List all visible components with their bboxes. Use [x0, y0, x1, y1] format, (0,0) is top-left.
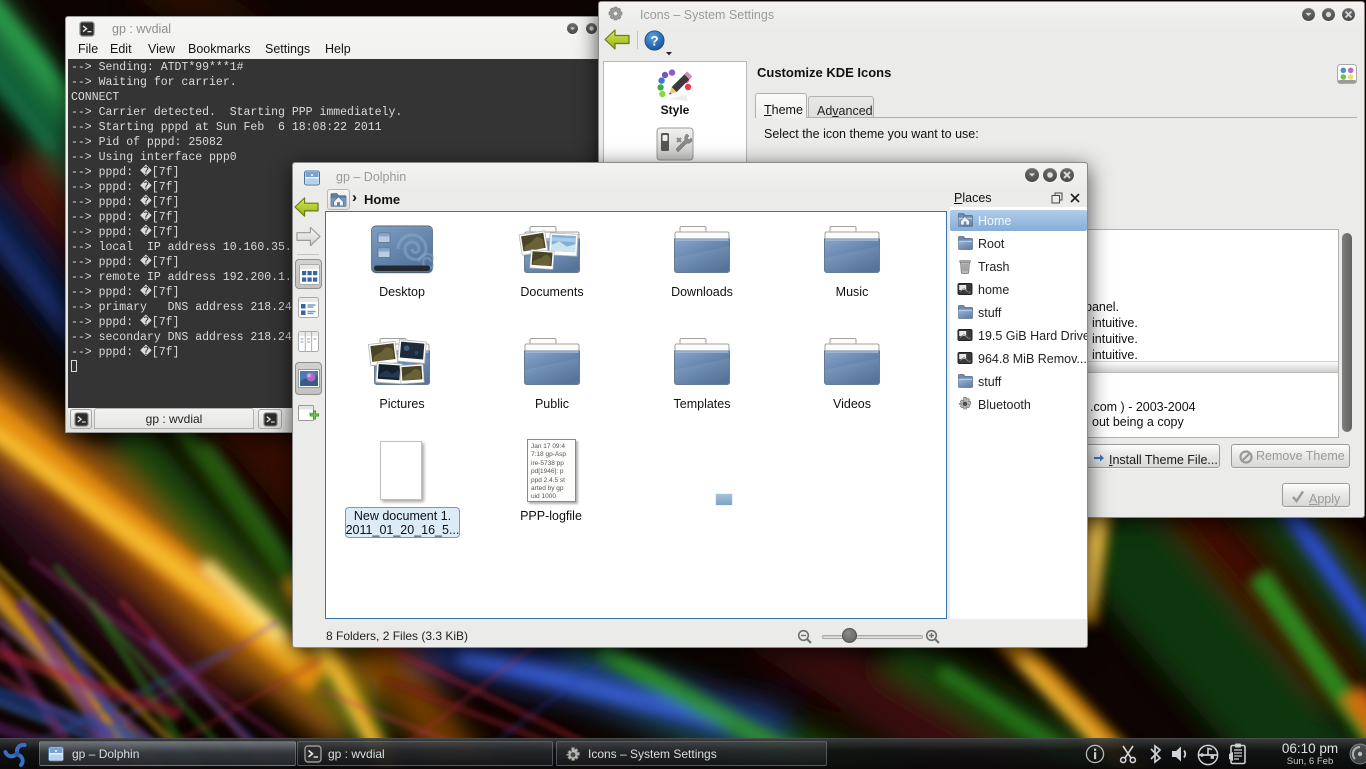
svg-text:?: ? [650, 33, 658, 48]
